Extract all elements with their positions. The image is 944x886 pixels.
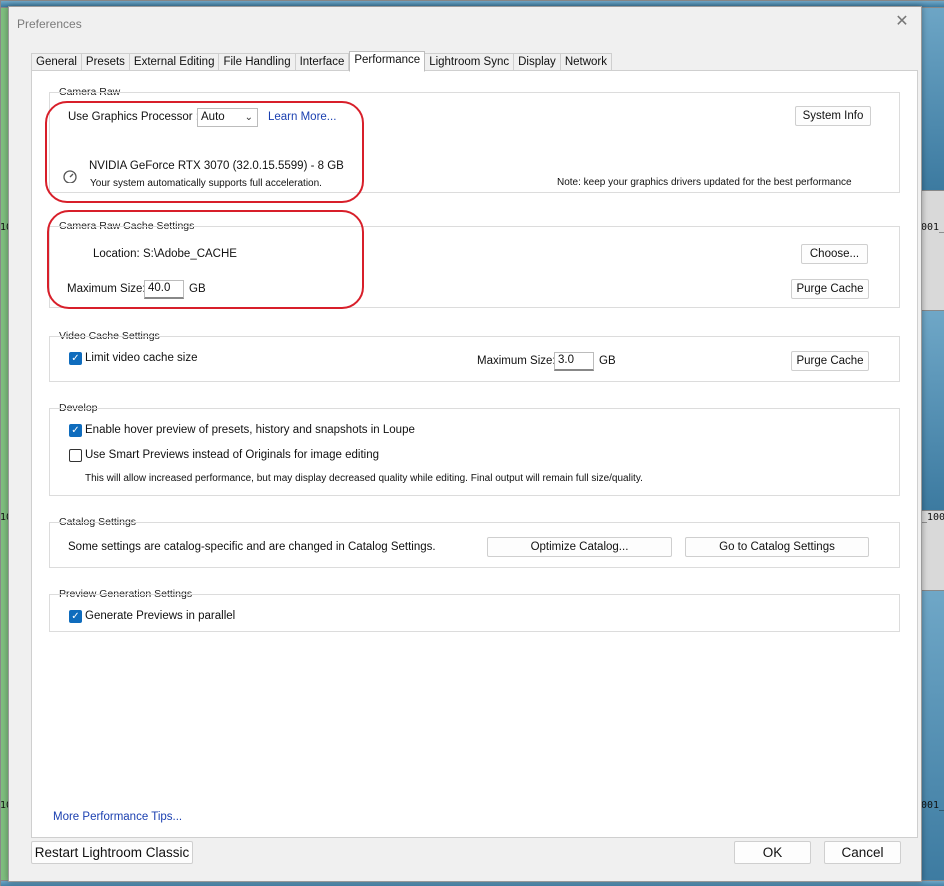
background-thumbnail (920, 590, 944, 886)
purge-cache-button[interactable]: Purge Cache (791, 279, 869, 299)
tab-display[interactable]: Display (514, 53, 561, 71)
chevron-down-icon: ⌄ (244, 112, 253, 123)
close-icon[interactable]: ✕ (893, 13, 911, 31)
video-purge-cache-button[interactable]: Purge Cache (791, 351, 869, 371)
cache-location-value: S:\Adobe_CACHE (143, 248, 237, 260)
tab-bar: General Presets External Editing File Ha… (31, 51, 612, 72)
cache-unit: GB (189, 283, 206, 295)
system-info-button[interactable]: System Info (795, 106, 871, 126)
limit-video-cache-label: Limit video cache size (85, 352, 198, 364)
tab-external-editing[interactable]: External Editing (129, 53, 220, 71)
tab-network[interactable]: Network (560, 53, 612, 71)
tab-lightroom-sync[interactable]: Lightroom Sync (425, 53, 515, 71)
tab-presets[interactable]: Presets (81, 53, 130, 71)
learn-more-link[interactable]: Learn More... (268, 111, 336, 123)
background-label: 001_0 (921, 222, 944, 233)
gpu-name: NVIDIA GeForce RTX 3070 (32.0.15.5599) -… (89, 160, 344, 172)
hover-preview-checkbox[interactable]: ✓ (69, 424, 82, 437)
cache-location-label: Location: (93, 248, 140, 260)
parallel-previews-label: Generate Previews in parallel (85, 610, 236, 622)
background-thumbnail (920, 190, 944, 312)
more-performance-tips-link[interactable]: More Performance Tips... (53, 811, 182, 823)
cache-max-size-input[interactable]: 40.0 (144, 280, 184, 299)
optimize-catalog-button[interactable]: Optimize Catalog... (487, 537, 672, 557)
smart-previews-checkbox[interactable] (69, 449, 82, 462)
background-label: 001_1 (921, 800, 944, 811)
cache-max-size-label: Maximum Size: (67, 283, 146, 295)
parallel-previews-checkbox[interactable]: ✓ (69, 610, 82, 623)
gpu-support-text: Your system automatically supports full … (90, 178, 322, 189)
video-unit: GB (599, 355, 616, 367)
ok-button[interactable]: OK (734, 841, 811, 864)
video-max-size-label: Maximum Size: (477, 355, 556, 367)
hover-preview-label: Enable hover preview of presets, history… (85, 424, 415, 436)
smart-previews-note: This will allow increased performance, b… (85, 473, 643, 484)
tab-interface[interactable]: Interface (295, 53, 350, 71)
driver-note: Note: keep your graphics drivers updated… (557, 177, 852, 188)
background-thumbnail (920, 310, 944, 512)
gpu-select[interactable]: Auto ⌄ (197, 108, 258, 127)
gauge-icon (63, 170, 77, 183)
gpu-label: Use Graphics Processor : (68, 111, 200, 123)
choose-button[interactable]: Choose... (801, 244, 868, 264)
dialog-title: Preferences (17, 17, 82, 31)
performance-panel: Camera Raw Use Graphics Processor : Auto… (31, 70, 918, 838)
background-thumbnail (920, 0, 944, 192)
catalog-text: Some settings are catalog-specific and a… (68, 541, 436, 553)
restart-button[interactable]: Restart Lightroom Classic (31, 841, 193, 864)
tab-performance[interactable]: Performance (349, 51, 426, 72)
background-label: _100 (921, 512, 944, 523)
gpu-select-value: Auto (201, 111, 225, 123)
tab-file-handling[interactable]: File Handling (219, 53, 296, 71)
title-bar: Preferences ✕ (9, 7, 921, 39)
preferences-dialog: Preferences ✕ General Presets External E… (8, 6, 922, 882)
smart-previews-label: Use Smart Previews instead of Originals … (85, 449, 380, 461)
tab-general[interactable]: General (31, 53, 82, 71)
go-to-catalog-settings-button[interactable]: Go to Catalog Settings (685, 537, 869, 557)
video-max-size-input[interactable]: 3.0 (554, 352, 594, 371)
cancel-button[interactable]: Cancel (824, 841, 901, 864)
limit-video-cache-checkbox[interactable]: ✓ (69, 352, 82, 365)
